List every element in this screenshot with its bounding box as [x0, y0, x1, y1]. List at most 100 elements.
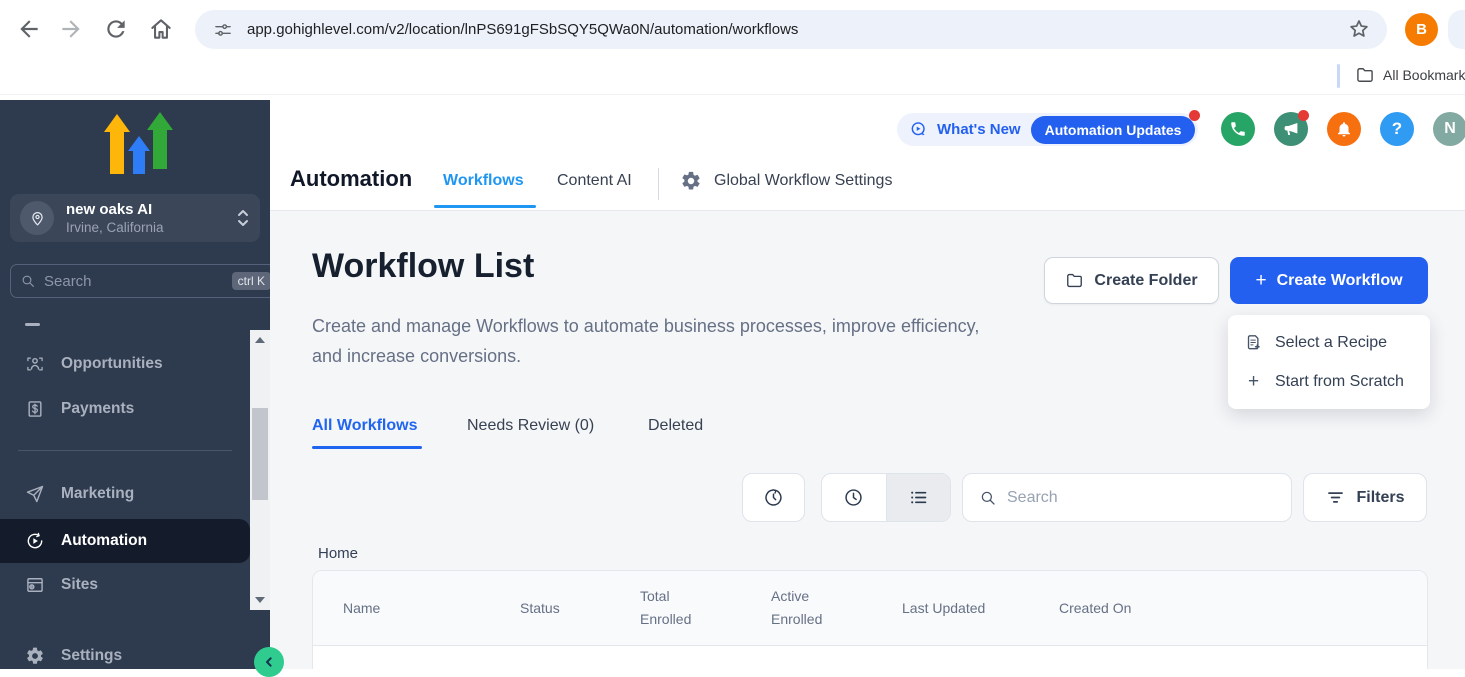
- user-avatar[interactable]: N: [1433, 112, 1465, 146]
- location-pin-icon: [29, 210, 46, 227]
- execution-logs-button[interactable]: [742, 473, 805, 522]
- gear-icon: [680, 170, 702, 192]
- plus-icon: +: [1244, 372, 1263, 391]
- chevron-left-icon: [261, 654, 277, 670]
- sidebar-item-opportunities[interactable]: Opportunities: [0, 344, 250, 384]
- announcements-button[interactable]: [1274, 112, 1308, 146]
- view-toggle: [821, 473, 951, 522]
- tab-all-workflows[interactable]: All Workflows: [312, 417, 418, 435]
- create-workflow-dropdown: Select a Recipe + Start from Scratch: [1228, 315, 1430, 409]
- scroll-up-arrow[interactable]: [255, 337, 265, 343]
- bell-icon: [1335, 120, 1353, 138]
- filters-button[interactable]: Filters: [1303, 473, 1427, 522]
- breadcrumb[interactable]: Home: [318, 545, 358, 562]
- active-tab-underline: [434, 205, 536, 208]
- tab-workflows[interactable]: Workflows: [443, 172, 524, 190]
- collapse-sidebar-button[interactable]: [254, 647, 284, 677]
- help-button[interactable]: ?: [1380, 112, 1414, 146]
- menu-item-label: Start from Scratch: [1275, 373, 1404, 391]
- bookmark-star-icon[interactable]: [1346, 16, 1372, 42]
- phone-icon: [1229, 120, 1247, 138]
- gohighlevel-logo: [97, 112, 173, 178]
- opportunities-icon: [25, 354, 45, 374]
- menu-item-start-from-scratch[interactable]: + Start from Scratch: [1228, 362, 1430, 401]
- app-header: What's New Automation Updates ? N Automa…: [270, 100, 1465, 211]
- create-workflow-label: Create Workflow: [1277, 272, 1403, 290]
- tab-deleted[interactable]: Deleted: [648, 417, 703, 435]
- browser-profile-avatar[interactable]: B: [1405, 13, 1438, 46]
- side-panel-fragment: [1448, 10, 1465, 49]
- workflow-search[interactable]: [962, 473, 1292, 522]
- folder-icon: [1065, 271, 1084, 290]
- sidebar-item-marketing[interactable]: Marketing: [0, 474, 250, 514]
- reload-icon[interactable]: [103, 16, 129, 42]
- whats-new-pill[interactable]: What's New Automation Updates: [897, 113, 1198, 146]
- scroll-down-arrow[interactable]: [255, 597, 265, 603]
- column-header-last-updated[interactable]: Last Updated: [902, 597, 1059, 620]
- list-view-icon: [908, 487, 929, 508]
- sidebar-divider: [18, 450, 232, 451]
- recipe-icon: [1244, 333, 1263, 352]
- workflow-list-title: Workflow List: [312, 247, 534, 286]
- recent-view-button[interactable]: [822, 474, 886, 521]
- column-header-created-on[interactable]: Created On: [1059, 597, 1259, 620]
- sidebar-search[interactable]: ctrl K: [10, 264, 270, 298]
- create-folder-button[interactable]: Create Folder: [1044, 257, 1219, 304]
- sidebar-item-label: Automation: [61, 532, 147, 550]
- url-bar[interactable]: app.gohighlevel.com/v2/location/lnPS691g…: [195, 10, 1387, 49]
- sidebar: new oaks AI Irvine, California ctrl K Op…: [0, 100, 270, 669]
- location-switcher[interactable]: new oaks AI Irvine, California: [10, 194, 260, 242]
- column-header-active-enrolled[interactable]: Active Enrolled: [771, 585, 902, 631]
- bookmarks-bar: All Bookmarks: [0, 57, 1465, 95]
- forward-icon[interactable]: [58, 16, 84, 42]
- location-avatar: [20, 201, 54, 235]
- sidebar-item-label: Payments: [61, 400, 134, 418]
- sidebar-item-label: Settings: [61, 647, 122, 665]
- sidebar-item-settings[interactable]: Settings: [0, 636, 250, 669]
- location-subtitle: Irvine, California: [66, 219, 236, 236]
- workflow-list-subtitle: Create and manage Workflows to automate …: [312, 311, 1012, 371]
- filters-label: Filters: [1356, 489, 1404, 507]
- payments-icon: [25, 399, 45, 419]
- all-bookmarks-label[interactable]: All Bookmarks: [1383, 67, 1465, 83]
- marketing-icon: [25, 484, 45, 504]
- tab-content-ai[interactable]: Content AI: [557, 172, 632, 190]
- whats-new-label: What's New: [937, 121, 1021, 138]
- tab-needs-review[interactable]: Needs Review (0): [467, 417, 594, 435]
- workflow-table: Name Status Total Enrolled Active Enroll…: [312, 570, 1428, 669]
- list-view-button[interactable]: [887, 474, 951, 521]
- phone-button[interactable]: [1221, 112, 1255, 146]
- megaphone-icon: [1282, 120, 1300, 138]
- notifications-button[interactable]: [1327, 112, 1361, 146]
- create-workflow-button[interactable]: + Create Workflow: [1230, 257, 1428, 304]
- chevron-updown-icon: [236, 207, 250, 229]
- menu-item-label: Select a Recipe: [1275, 334, 1387, 352]
- announcements-notification-dot: [1298, 110, 1309, 121]
- home-icon[interactable]: [148, 16, 174, 42]
- search-shortcut-badge: ctrl K: [232, 272, 270, 290]
- search-icon: [979, 489, 997, 507]
- sidebar-item-automation[interactable]: Automation: [0, 519, 250, 563]
- history-icon: [763, 487, 784, 508]
- automation-icon: [25, 531, 45, 551]
- site-info-icon[interactable]: [213, 20, 233, 40]
- updates-notification-dot: [1189, 110, 1200, 121]
- global-workflow-settings-link[interactable]: Global Workflow Settings: [680, 170, 892, 192]
- workflow-search-input[interactable]: [1007, 489, 1275, 507]
- scrollbar-thumb[interactable]: [252, 408, 268, 500]
- location-name: new oaks AI: [66, 201, 236, 219]
- back-icon[interactable]: [16, 16, 42, 42]
- sidebar-item-label: Marketing: [61, 485, 134, 503]
- sidebar-item-payments[interactable]: Payments: [0, 389, 250, 429]
- sidebar-item-sites[interactable]: Sites: [0, 565, 250, 605]
- menu-item-select-recipe[interactable]: Select a Recipe: [1228, 323, 1430, 362]
- sidebar-item-label: Sites: [61, 576, 98, 594]
- automation-updates-badge[interactable]: Automation Updates: [1031, 116, 1196, 144]
- column-header-name[interactable]: Name: [343, 597, 520, 620]
- clock-icon: [843, 487, 864, 508]
- column-header-total-enrolled[interactable]: Total Enrolled: [640, 585, 771, 631]
- sidebar-scrollbar[interactable]: [250, 330, 270, 610]
- column-header-status[interactable]: Status: [520, 597, 640, 620]
- active-subtab-underline: [312, 446, 422, 449]
- sidebar-search-input[interactable]: [44, 273, 232, 290]
